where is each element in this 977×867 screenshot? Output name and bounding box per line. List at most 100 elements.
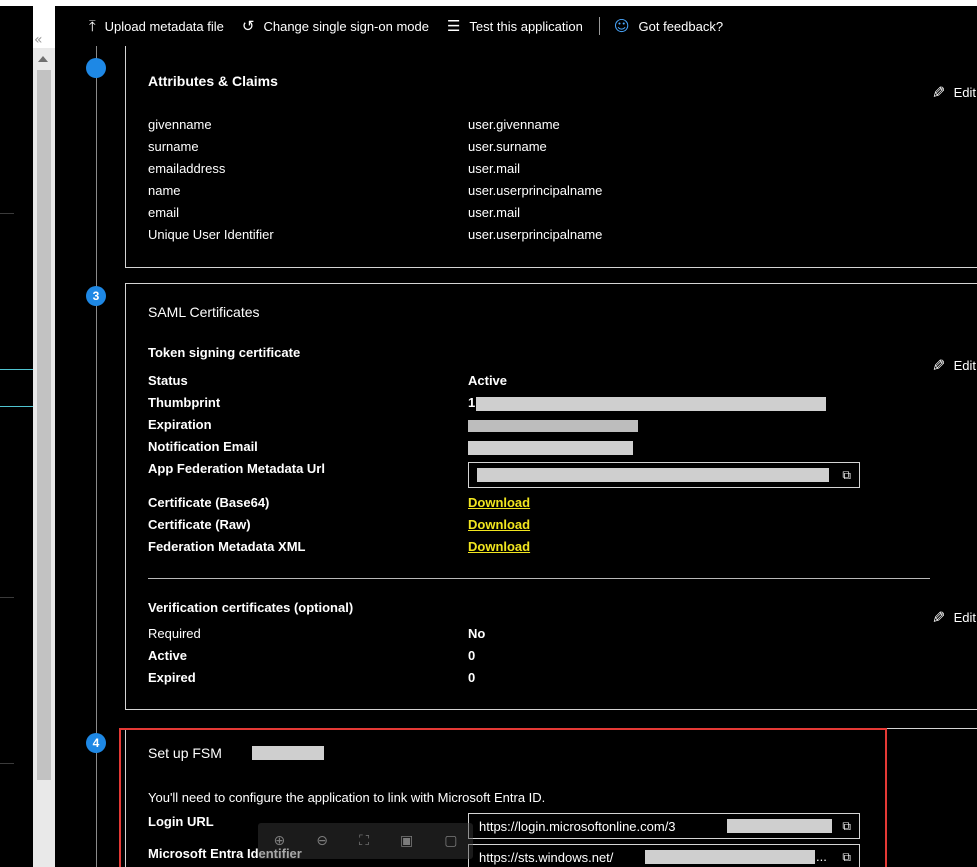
feedback-button[interactable]: ☺ Got feedback? <box>614 17 723 35</box>
cert-base64-row: Certificate (Base64) Download <box>148 495 968 517</box>
section-divider <box>148 578 930 579</box>
claim-name: email <box>148 205 180 220</box>
nav-divider <box>0 763 14 764</box>
status-value: Active <box>468 373 508 388</box>
claim-value: user.givenname <box>468 117 560 132</box>
claim-value: user.surname <box>468 139 547 154</box>
expired-value: 0 <box>468 670 476 685</box>
nav-divider <box>0 213 14 214</box>
viewer-overlay-toolbar: ⊕ ⊖ ⛶ ▣ ▢ <box>258 823 473 859</box>
feedback-label: Got feedback? <box>638 18 724 34</box>
claim-name: Unique User Identifier <box>148 227 274 242</box>
notification-email-label: Notification Email <box>148 439 258 454</box>
upload-metadata-button[interactable]: ⤒ Upload metadata file <box>89 17 224 35</box>
status-row: Status Active <box>148 373 968 395</box>
claim-value: user.mail <box>468 205 521 220</box>
active-row: Active 0 <box>148 648 968 670</box>
thumbprint-label: Thumbprint <box>148 395 221 410</box>
edit-pencil-icon: ✎ <box>932 608 946 627</box>
undo-icon: ↺ <box>241 17 255 35</box>
nav-selected-item[interactable] <box>0 369 36 407</box>
edit-pencil-icon: ✎ <box>932 83 946 102</box>
edit-label: Edit <box>953 358 976 373</box>
step-badge-4: 4 <box>86 733 106 753</box>
required-row: Required No <box>148 626 968 648</box>
thumbprint-value: 1 <box>468 395 476 410</box>
metadata-url-field[interactable]: ⧉ <box>468 462 860 488</box>
active-value: 0 <box>468 648 476 663</box>
present-icon[interactable]: ▣ <box>400 833 413 849</box>
collapse-icon[interactable]: « <box>34 32 43 48</box>
scrollbar-thumb[interactable] <box>37 70 51 780</box>
claim-name: emailaddress <box>148 161 226 176</box>
metadata-url-label: App Federation Metadata Url <box>148 461 325 476</box>
change-sso-mode-button[interactable]: ↺ Change single sign-on mode <box>242 17 429 35</box>
token-signing-heading-text: Token signing certificate <box>148 345 301 360</box>
change-sso-mode-label: Change single sign-on mode <box>263 18 429 34</box>
claim-row: surname user.surname <box>148 139 968 161</box>
claim-row: email user.mail <box>148 205 968 227</box>
redacted-metadata-url <box>477 468 829 482</box>
main-content: ⤒ Upload metadata file ↺ Change single s… <box>55 6 977 867</box>
expiration-label: Expiration <box>148 417 212 432</box>
verification-heading: Verification certificates (optional) <box>148 600 968 622</box>
zoom-in-icon[interactable]: ⊕ <box>274 833 286 849</box>
expired-row: Expired 0 <box>148 670 968 692</box>
redacted-notification-email <box>468 441 633 455</box>
nav-divider <box>0 597 14 598</box>
required-value: No <box>468 626 486 641</box>
cert-base64-download-link[interactable]: Download <box>468 495 530 510</box>
claim-name: surname <box>148 139 199 154</box>
test-application-button[interactable]: ☰ Test this application <box>447 17 583 35</box>
claim-name: givenname <box>148 117 212 132</box>
copy-icon[interactable]: ⧉ <box>842 468 851 483</box>
verification-edit-button[interactable]: ✎ Edit <box>932 608 976 627</box>
test-application-label: Test this application <box>469 18 583 34</box>
highlight-frame <box>119 728 887 867</box>
claim-row: name user.userprincipalname <box>148 183 968 205</box>
claim-value: user.mail <box>468 161 521 176</box>
claim-value: user.userprincipalname <box>468 227 603 242</box>
status-label: Status <box>148 373 188 388</box>
cert-raw-download-link[interactable]: Download <box>468 517 530 532</box>
scroll-up-arrow-icon[interactable] <box>38 56 48 62</box>
verification-heading-text: Verification certificates (optional) <box>148 600 354 615</box>
active-label: Active <box>148 648 188 663</box>
cert-raw-label: Certificate (Raw) <box>148 517 251 532</box>
claim-name: name <box>148 183 181 198</box>
upload-icon: ⤒ <box>89 17 96 35</box>
fed-xml-row: Federation Metadata XML Download <box>148 539 968 561</box>
edit-label: Edit <box>953 85 976 100</box>
left-nav-pane <box>0 6 36 867</box>
attributes-edit-button[interactable]: ✎ Edit <box>932 83 976 102</box>
claim-row: emailaddress user.mail <box>148 161 968 183</box>
required-label: Required <box>148 626 201 641</box>
vertical-scrollbar[interactable] <box>33 48 55 867</box>
command-bar: ⤒ Upload metadata file ↺ Change single s… <box>55 6 977 46</box>
redacted-expiration <box>468 420 638 432</box>
upload-metadata-label: Upload metadata file <box>104 18 224 34</box>
comment-icon[interactable]: ▢ <box>444 833 457 849</box>
redacted-thumbprint <box>476 397 826 411</box>
saml-certificates-title: SAML Certificates <box>148 304 260 320</box>
cert-base64-label: Certificate (Base64) <box>148 495 270 510</box>
feedback-person-icon: ☺ <box>613 17 630 35</box>
claim-row: givenname user.givenname <box>148 117 968 139</box>
cert-raw-row: Certificate (Raw) Download <box>148 517 968 539</box>
zoom-out-icon[interactable]: ⊖ <box>316 833 328 849</box>
fed-xml-download-link[interactable]: Download <box>468 539 530 554</box>
fed-xml-label: Federation Metadata XML <box>148 539 306 554</box>
edit-label: Edit <box>953 610 976 625</box>
saml-certificates-card: SAML Certificates Token signing certific… <box>125 283 977 710</box>
attributes-claims-title: Attributes & Claims <box>148 73 278 89</box>
claim-value: user.userprincipalname <box>468 183 603 198</box>
step-badge-3: 3 <box>86 286 106 306</box>
attributes-claims-card: Attributes & Claims ✎ Edit givenname user… <box>125 42 977 268</box>
claim-row: Unique User Identifier user.userprincipal… <box>148 227 968 249</box>
step-badge-2 <box>86 58 106 78</box>
fit-screen-icon[interactable]: ⛶ <box>359 833 369 849</box>
expired-label: Expired <box>148 670 196 685</box>
list-icon: ☰ <box>446 17 461 35</box>
token-signing-heading: Token signing certificate <box>148 345 968 367</box>
toolbar-separator <box>598 17 600 35</box>
